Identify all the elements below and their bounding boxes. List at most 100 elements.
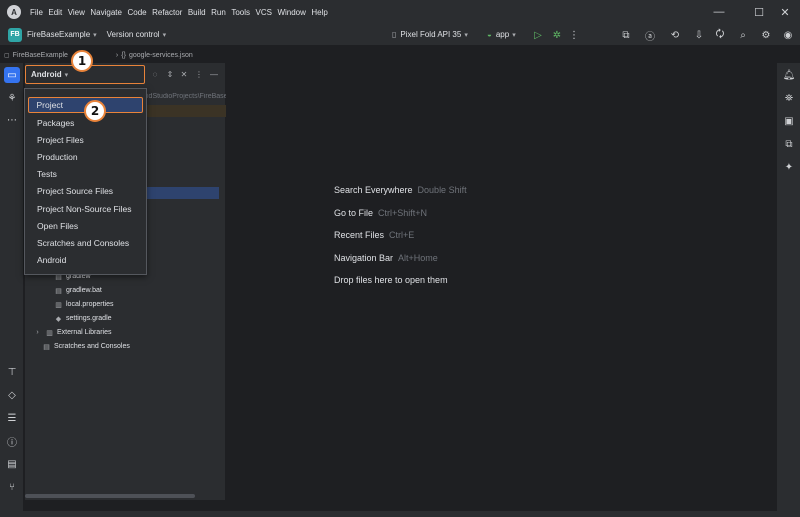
menu-help[interactable]: Help	[311, 8, 327, 17]
notifications-icon[interactable]: 🔔︎	[781, 67, 797, 83]
translate-icon[interactable]: ⓐ	[642, 27, 658, 43]
menu-vcs[interactable]: VCS	[256, 8, 272, 17]
hint-recent-files: Recent Files Ctrl+E	[334, 230, 414, 240]
project-folder-icon[interactable]: ▭	[4, 67, 20, 83]
close-window-button[interactable]: ✕	[770, 0, 800, 24]
device-explorer-icon[interactable]: ▣	[781, 113, 797, 129]
device-name: Pixel Fold API 35	[400, 30, 462, 39]
view-mode-label: Android	[31, 70, 62, 79]
file-icon: ▤	[55, 287, 62, 295]
hint-shortcut: Ctrl+E	[389, 230, 415, 240]
problems-icon[interactable]: ⓘ	[4, 433, 20, 449]
hint-shortcut: Ctrl+Shift+N	[378, 208, 428, 218]
chevron-down-icon: ▾	[93, 31, 97, 39]
version-control-selector[interactable]: Version control ▾	[107, 30, 166, 39]
right-tool-strip: 🔔︎ ⛯ ▣ ⧉ ✦	[776, 63, 800, 511]
debug-icon[interactable]: ✲	[549, 27, 565, 43]
terminal-icon[interactable]: ▤	[4, 456, 20, 472]
sdk-manager-icon[interactable]: ⇩	[691, 27, 707, 43]
project-selector[interactable]: FireBaseExample ▾	[27, 30, 97, 39]
resource-manager-icon[interactable]: ⚘	[4, 90, 20, 106]
menu-run[interactable]: Run	[211, 8, 226, 17]
menu-bar: File Edit View Navigate Code Refactor Bu…	[30, 8, 333, 17]
menu-navigate[interactable]: Navigate	[90, 8, 122, 17]
hint-shortcut: Alt+Home	[398, 253, 438, 263]
tree-item-label: settings.gradle	[66, 315, 112, 322]
account-icon[interactable]: ◉	[780, 27, 796, 43]
hint-go-to-file: Go to File Ctrl+Shift+N	[334, 208, 427, 218]
menu-refactor[interactable]: Refactor	[152, 8, 182, 17]
logcat-icon[interactable]: ☰	[4, 410, 20, 426]
chevron-down-icon: ▾	[512, 31, 516, 39]
tree-item-external-libraries[interactable]: › ▥ External Libraries	[33, 328, 111, 337]
options-icon[interactable]: ⋮	[193, 68, 205, 80]
hide-icon[interactable]: —	[208, 68, 220, 80]
menu-tools[interactable]: Tools	[231, 8, 250, 17]
menu-edit[interactable]: Edit	[48, 8, 62, 17]
search-icon[interactable]: ⌕	[735, 27, 751, 43]
hint-shortcut: Double Shift	[417, 185, 467, 195]
breadcrumb-file[interactable]: google-services.json	[129, 52, 193, 59]
run-config-selector[interactable]: ◒ app ▾	[487, 30, 516, 39]
menu-code[interactable]: Code	[127, 8, 146, 17]
chevron-right-icon: ›	[36, 329, 39, 336]
sync-project-icon[interactable]: ⟲	[667, 27, 683, 43]
editor-empty-state: Search Everywhere Double Shift Go to File…	[227, 63, 775, 500]
selected-row[interactable]	[143, 187, 219, 199]
json-file-icon: {}	[121, 51, 126, 59]
option-android[interactable]: Android	[28, 252, 143, 268]
tree-item-local-properties[interactable]: ▥ local.properties	[54, 300, 113, 309]
version-control-label: Version control	[106, 30, 160, 39]
tree-item-settings-gradle[interactable]: ◆ settings.gradle	[54, 314, 112, 323]
option-tests[interactable]: Tests	[28, 166, 143, 182]
menu-window[interactable]: Window	[277, 8, 305, 17]
breadcrumb: ▢ FireBaseExample › {} google-services.j…	[0, 47, 230, 63]
device-selector[interactable]: ▯ Pixel Fold API 35 ▾	[392, 30, 468, 39]
hint-label: Search Everywhere	[334, 185, 413, 195]
menu-build[interactable]: Build	[188, 8, 206, 17]
tree-item-gradlew-bat[interactable]: ▤ gradlew.bat	[54, 286, 102, 295]
tree-item-scratches[interactable]: ▤ Scratches and Consoles	[42, 342, 130, 351]
gem-icon[interactable]: ◇	[4, 387, 20, 403]
tree-item-label: External Libraries	[57, 329, 112, 336]
git-branch-icon[interactable]: ⑂	[4, 479, 20, 495]
option-project-non-source-files[interactable]: Project Non-Source Files	[28, 201, 143, 217]
option-scratches-and-consoles[interactable]: Scratches and Consoles	[28, 235, 143, 251]
option-project-files[interactable]: Project Files	[28, 132, 143, 148]
gemini-sparkle-icon[interactable]: ✦	[781, 159, 797, 175]
project-badge[interactable]: FB	[8, 27, 22, 42]
run-icon[interactable]: ▷	[530, 27, 546, 43]
gradle-sync-icon[interactable]: 🗘	[712, 27, 728, 43]
option-production[interactable]: Production	[28, 149, 143, 165]
hint-label: Recent Files	[334, 230, 385, 240]
more-actions-icon[interactable]: ⋮	[566, 27, 582, 43]
option-open-files[interactable]: Open Files	[28, 218, 143, 234]
option-project-source-files[interactable]: Project Source Files	[28, 183, 143, 199]
minimize-button[interactable]: —	[704, 0, 734, 24]
collapse-all-icon[interactable]: ✕	[178, 68, 190, 80]
horizontal-scrollbar[interactable]	[25, 494, 195, 498]
status-bar	[0, 511, 800, 517]
android-studio-logo-icon: A	[7, 5, 21, 19]
gradle-icon: ◆	[55, 315, 62, 323]
title-bar: A File Edit View Navigate Code Refactor …	[0, 0, 800, 24]
more-tools-icon[interactable]: ⋯	[4, 112, 20, 128]
settings-gear-icon[interactable]: ⚙	[758, 27, 774, 43]
device-manager-icon[interactable]: ⧉	[618, 27, 634, 43]
hint-label: Drop files here to open them	[334, 275, 448, 285]
build-icon[interactable]: ⊤	[4, 364, 20, 380]
breadcrumb-project[interactable]: FireBaseExample	[13, 52, 68, 59]
hint-label: Go to File	[334, 208, 374, 218]
gradle-elephant-icon[interactable]: ⛯	[781, 90, 797, 106]
hint-drop-files: Drop files here to open them	[334, 275, 448, 285]
menu-view[interactable]: View	[68, 8, 85, 17]
hint-navigation-bar: Navigation Bar Alt+Home	[334, 253, 438, 263]
locate-icon[interactable]: ◌	[149, 68, 161, 80]
running-devices-icon[interactable]: ⧉	[781, 136, 797, 152]
menu-file[interactable]: File	[30, 8, 43, 17]
chevron-down-icon: ▾	[64, 71, 69, 79]
callout-step-1: 1	[71, 50, 93, 72]
hint-label: Navigation Bar	[334, 253, 394, 263]
tree-item-label: gradlew.bat	[66, 287, 102, 294]
expand-all-icon[interactable]: ⇕	[164, 68, 176, 80]
